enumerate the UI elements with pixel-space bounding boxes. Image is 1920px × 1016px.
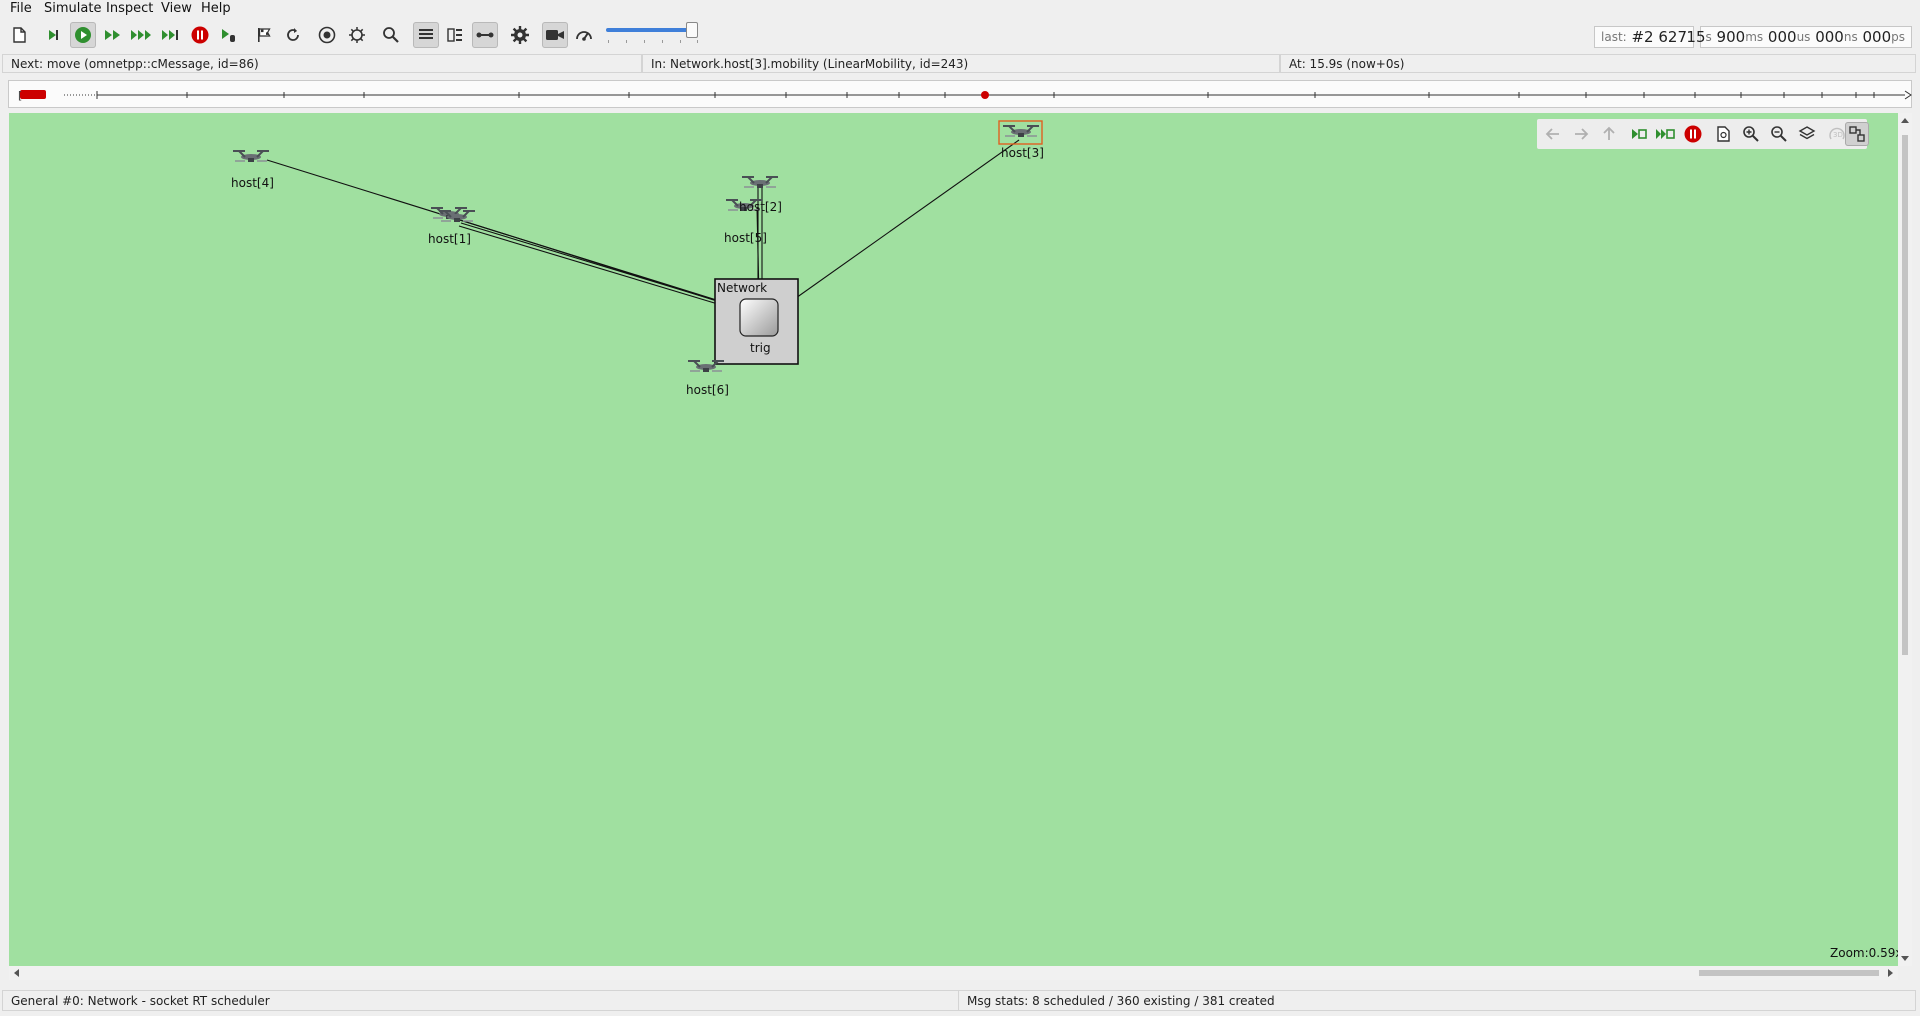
time-ms: 900 [1716, 28, 1746, 46]
vertical-scrollbar[interactable] [1898, 113, 1912, 966]
menu-file[interactable]: File [10, 1, 32, 16]
step-icon[interactable] [40, 22, 66, 48]
back-arrow-icon[interactable] [1541, 122, 1565, 146]
trig-label: trig [750, 341, 771, 355]
host-3-label[interactable]: host[3] [1001, 146, 1044, 160]
zoom-in-icon[interactable] [1739, 122, 1763, 146]
event-log-icon[interactable] [413, 22, 439, 48]
zoom-out-icon[interactable] [1767, 122, 1791, 146]
time-us-unit: us [1796, 30, 1811, 44]
canvas-toolbar: 3D [1537, 119, 1869, 149]
menu-inspect[interactable]: Inspect [106, 1, 153, 16]
debug-next-event-icon[interactable] [215, 22, 241, 48]
menu-view[interactable]: View [161, 1, 192, 16]
connection-lines [266, 139, 1020, 361]
flag-icon[interactable] [251, 22, 277, 48]
link-icon[interactable] [472, 22, 498, 48]
time-ms-unit: ms [1745, 30, 1764, 44]
timeline-message-marker [981, 91, 989, 99]
debug-icon[interactable] [344, 22, 370, 48]
svg-text:[: [ [18, 89, 22, 102]
settings-icon[interactable] [507, 22, 533, 48]
object-tree-icon[interactable] [442, 22, 468, 48]
time-ns: 000 [1815, 28, 1844, 46]
express-run-icon[interactable] [128, 22, 154, 48]
host-1-label[interactable]: host[1] [428, 232, 471, 246]
last-event-value: #2 627 [1631, 28, 1687, 46]
host-3-drone-icon [1002, 125, 1040, 138]
new-file-icon[interactable] [6, 22, 32, 48]
speed-slider-ticks [608, 40, 698, 44]
menu-help[interactable]: Help [201, 1, 231, 16]
network-label: Network [717, 281, 768, 295]
config-status: General #0: Network - socket RT schedule… [2, 990, 960, 1011]
time-seconds-unit: s [1705, 30, 1712, 44]
up-arrow-icon[interactable] [1597, 122, 1621, 146]
info-bar: Next: move (omnetpp::cMessage, id=86) In… [0, 54, 1920, 74]
next-event-info: Next: move (omnetpp::cMessage, id=86) [2, 54, 642, 73]
rebuild-icon[interactable] [280, 22, 306, 48]
last-event-counter: last: #2 627 [1594, 26, 1694, 48]
message-stats: Msg stats: 8 scheduled / 360 existing / … [958, 990, 1916, 1011]
svg-text:3D: 3D [1833, 131, 1843, 139]
host-2-label[interactable]: host[2] [739, 200, 782, 214]
step-module-icon[interactable] [1627, 122, 1651, 146]
menu-bar: File Simulate Inspect View Help [0, 0, 1920, 18]
run-icon[interactable] [70, 22, 96, 48]
time-ps: 000 [1862, 28, 1892, 46]
time-us: 000 [1767, 28, 1797, 46]
trig-module-icon [739, 298, 779, 337]
module-info: In: Network.host[3].mobility (LinearMobi… [642, 54, 1280, 73]
time-info: At: 15.9s (now+0s) [1280, 54, 1916, 73]
time-ps-unit: ps [1891, 30, 1905, 44]
speed-slider-handle[interactable] [686, 22, 698, 38]
time-ns-unit: ns [1843, 30, 1858, 44]
host-4-drone-icon [232, 150, 270, 163]
menu-simulate[interactable]: Simulate [44, 1, 101, 16]
horizontal-scrollbar[interactable] [9, 966, 1898, 980]
stop-icon[interactable] [187, 22, 213, 48]
record-icon[interactable] [314, 22, 340, 48]
canvas-mode-icon[interactable] [1845, 122, 1869, 146]
network-canvas[interactable]: Network trig host[4] host[1] host[2] hos… [9, 113, 1898, 966]
status-bar: General #0: Network - socket RT schedule… [0, 990, 1920, 1012]
stop-module-icon[interactable] [1681, 122, 1705, 146]
host-2-drone-icon [741, 176, 779, 189]
run-until-icon[interactable] [157, 22, 183, 48]
timeline[interactable]: [ [8, 80, 1912, 108]
run-module-icon[interactable] [1653, 122, 1677, 146]
video-icon[interactable] [542, 22, 568, 48]
sim-time-counter: 15 s 900 ms 000 us 000 ns 000 ps [1686, 26, 1912, 48]
forward-arrow-icon[interactable] [1569, 122, 1593, 146]
time-seconds: 15 [1686, 28, 1706, 46]
speed-slider-track[interactable] [606, 28, 698, 32]
host-6-label[interactable]: host[6] [686, 383, 729, 397]
speedometer-icon[interactable] [571, 22, 597, 48]
last-label: last: [1601, 30, 1627, 44]
host-4-label[interactable]: host[4] [231, 176, 274, 190]
layout-icon[interactable] [1711, 122, 1735, 146]
layers-icon[interactable] [1795, 122, 1819, 146]
timeline-message-cluster [20, 90, 46, 99]
timeline-axis: [ [18, 89, 1912, 102]
find-icon[interactable] [378, 22, 404, 48]
zoom-level-label: Zoom:0.59x [1830, 946, 1898, 960]
host-5-label[interactable]: host[5] [724, 231, 767, 245]
fast-run-icon[interactable] [100, 22, 126, 48]
